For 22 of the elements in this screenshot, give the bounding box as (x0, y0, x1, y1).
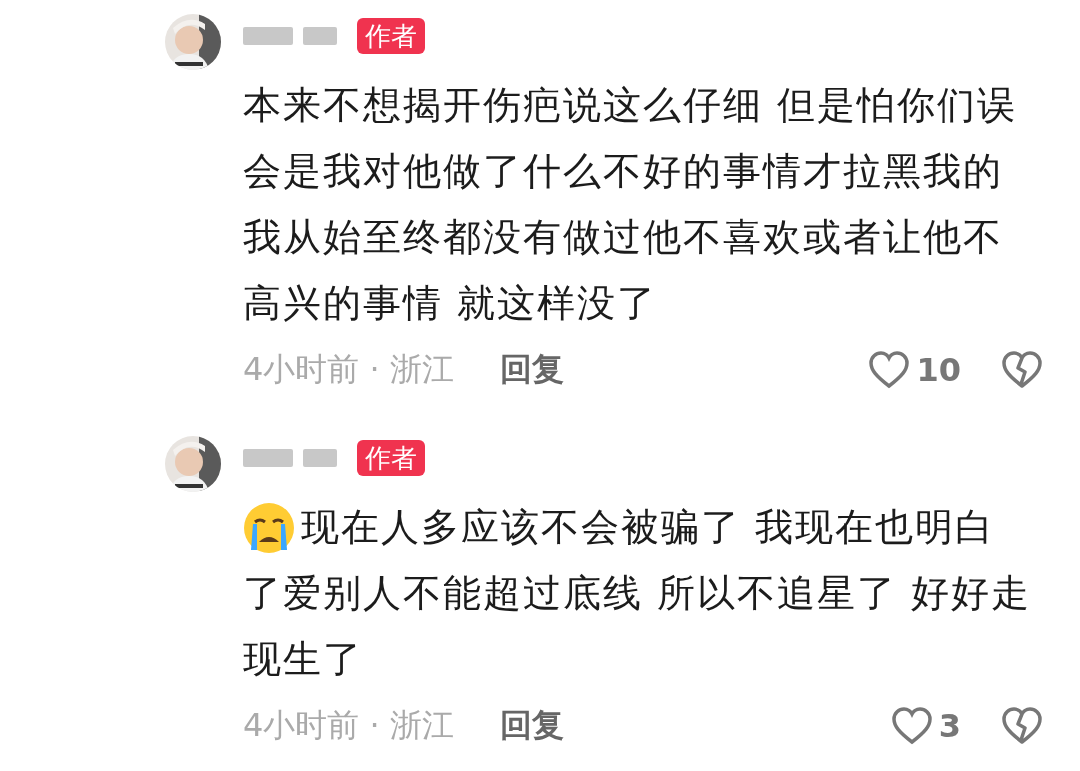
redacted-name (243, 27, 293, 45)
reply-link[interactable]: 回复 (499, 348, 564, 392)
dislike-button[interactable] (1001, 351, 1043, 389)
time-location: 4小时前 · 浙江 (243, 349, 454, 390)
comment-text: 现在人多应该不会被骗了 我现在也明白了爱别人不能超过底线 所以不追星了 好好走现生了 (243, 504, 1033, 683)
like-button[interactable]: 10 (868, 351, 961, 389)
author-badge: 作者 (357, 440, 425, 476)
avatar[interactable] (165, 14, 221, 70)
time-location: 4小时前 · 浙江 (243, 705, 454, 746)
heart-icon (868, 351, 911, 389)
broken-heart-icon (1001, 351, 1043, 389)
avatar[interactable] (165, 436, 221, 492)
redacted-name (303, 449, 337, 467)
redacted-name (303, 27, 337, 45)
broken-heart-icon (1001, 707, 1043, 745)
heart-icon (890, 707, 933, 745)
comment-text: 本来不想揭开伤疤说这么仔细 但是怕你们误会是我对他做了什么不好的事情才拉黑我的我从始至终都没有做过他不喜欢或者让他不高兴的事情 就这样没了 (243, 82, 1019, 327)
like-button[interactable]: 3 (890, 707, 961, 745)
redacted-name (243, 449, 293, 467)
dislike-button[interactable] (1001, 707, 1043, 745)
author-badge: 作者 (357, 18, 425, 54)
reply-link[interactable]: 回复 (499, 704, 564, 748)
